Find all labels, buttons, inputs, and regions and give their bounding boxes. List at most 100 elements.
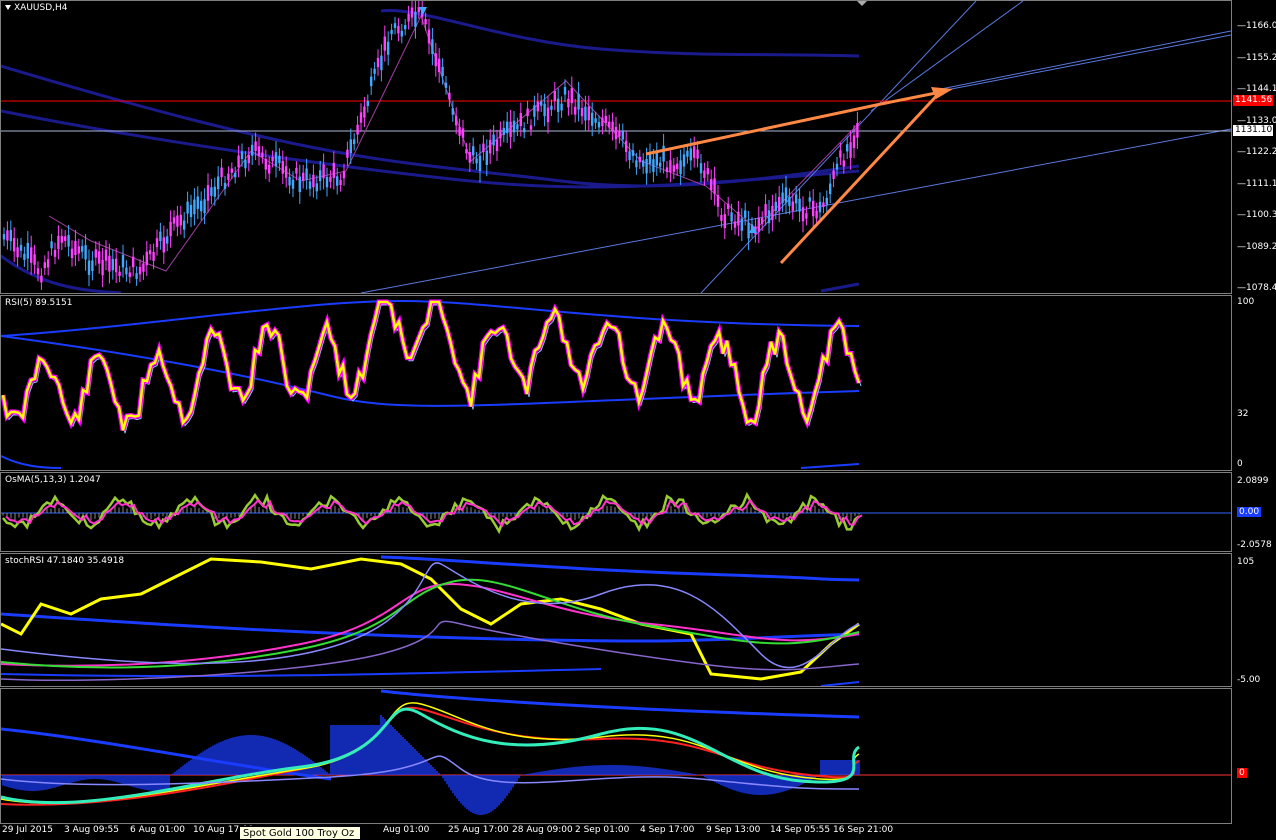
dropdown-triangle-icon[interactable] [5,5,11,10]
candle-body [94,249,97,258]
price-tick: —1100.30 [1237,210,1276,220]
price-scale[interactable]: —1166.00—1155.20—1144.10—1133.00—1122.20… [1233,0,1276,294]
candle-body [404,25,407,30]
candle-body [366,100,369,107]
candle-body [448,92,451,100]
candle-body [849,142,852,158]
candle-body [767,210,771,224]
candle-body [475,158,478,164]
candle-body [805,213,808,219]
candle-body [696,149,699,159]
candle-body [230,168,233,173]
candle-body [519,113,522,127]
candle-body [36,268,40,275]
candle-body [784,187,788,203]
stoch-band-mid [1,612,860,643]
time-label: 16 Sep 21:00 [833,825,894,835]
candle-body [217,176,220,190]
price-chart[interactable] [1,1,1231,293]
time-label: 6 Aug 01:00 [130,825,185,835]
main-chart-pane[interactable]: XAUUSD,H4 [0,0,1232,294]
candle-body [288,176,291,186]
candle-body [455,115,458,126]
candle-body [254,141,257,152]
candle-body [261,152,264,158]
candle-body [825,197,828,205]
candle-body [183,220,186,230]
candle-body [689,148,692,161]
candle-body [835,163,839,170]
upper-band [380,9,860,58]
candle-body [424,19,427,25]
candle-body [257,146,261,157]
candle-body [295,167,298,174]
candle-body [111,259,114,271]
candle-body [842,160,845,167]
candle-body [91,260,94,272]
candle-body [618,130,621,137]
candle-body [60,236,63,243]
rsi-scale: 100 32 0 [1233,295,1276,471]
candle-body [659,162,662,167]
candle-body [478,155,482,171]
candle-body [353,139,356,145]
candle-body [339,180,342,186]
candle-body [553,91,556,102]
candle-body [329,176,332,182]
candle-body [23,253,26,260]
candle-body [159,231,162,241]
candle-body [319,170,322,182]
candle-body [720,215,723,221]
candle-body [631,150,635,156]
candle-body [322,164,325,179]
candle-body [645,158,648,174]
candle-body [526,108,529,117]
time-axis[interactable]: 29 Jul 2015 3 Aug 09:55 6 Aug 01:00 10 Aug … [0,824,1232,837]
candle-body [512,120,516,133]
histogram-pane[interactable] [0,688,1232,824]
candle-body [203,199,206,214]
candle-body [781,192,784,203]
candle-body [200,200,203,212]
candle-body [19,244,23,251]
candle-body [818,201,822,213]
rsi-band-bottom [1,455,860,469]
candle-body [210,187,213,196]
candle-body [74,240,77,255]
candle-body [679,160,682,175]
candle-body [458,127,461,136]
candle-body [795,194,798,204]
current-price-tag: 1131.10 [1233,125,1273,136]
candle-body [149,250,152,255]
candle-body [145,251,148,266]
candle-body [533,105,536,117]
channel-line-right [870,1,1024,112]
candle-body [761,218,764,224]
candle-body [669,160,672,173]
rsi-pane[interactable]: RSI(5) 89.5151 [0,295,1232,471]
candle-body [315,183,318,192]
candle-body [57,235,60,249]
price-tick: —1111.10 [1237,179,1276,189]
candle-body [506,121,509,134]
candle-body [189,204,193,218]
candle-body [169,221,172,237]
candle-body [220,167,223,178]
candle-body [387,41,390,55]
candle-body [186,201,189,214]
time-label: 3 Aug 09:55 [64,825,119,835]
candle-body [176,215,179,227]
osma-tick-bottom: -2.0578 [1237,540,1272,550]
candle-body [489,139,492,154]
stochrsi-pane[interactable]: stochRSI 47.1840 35.4918 [0,553,1232,687]
candle-body [196,196,199,209]
candle-body [716,194,720,207]
price-tick: —1144.10 [1237,84,1276,94]
candle-body [308,181,312,189]
osma-pane[interactable]: OsMA(5,13,3) 1.2047 [0,472,1232,552]
candle-body [81,246,84,252]
candle-body [298,176,301,193]
candle-body [104,249,108,261]
candle-body [543,103,546,117]
middle-band [1,64,860,188]
